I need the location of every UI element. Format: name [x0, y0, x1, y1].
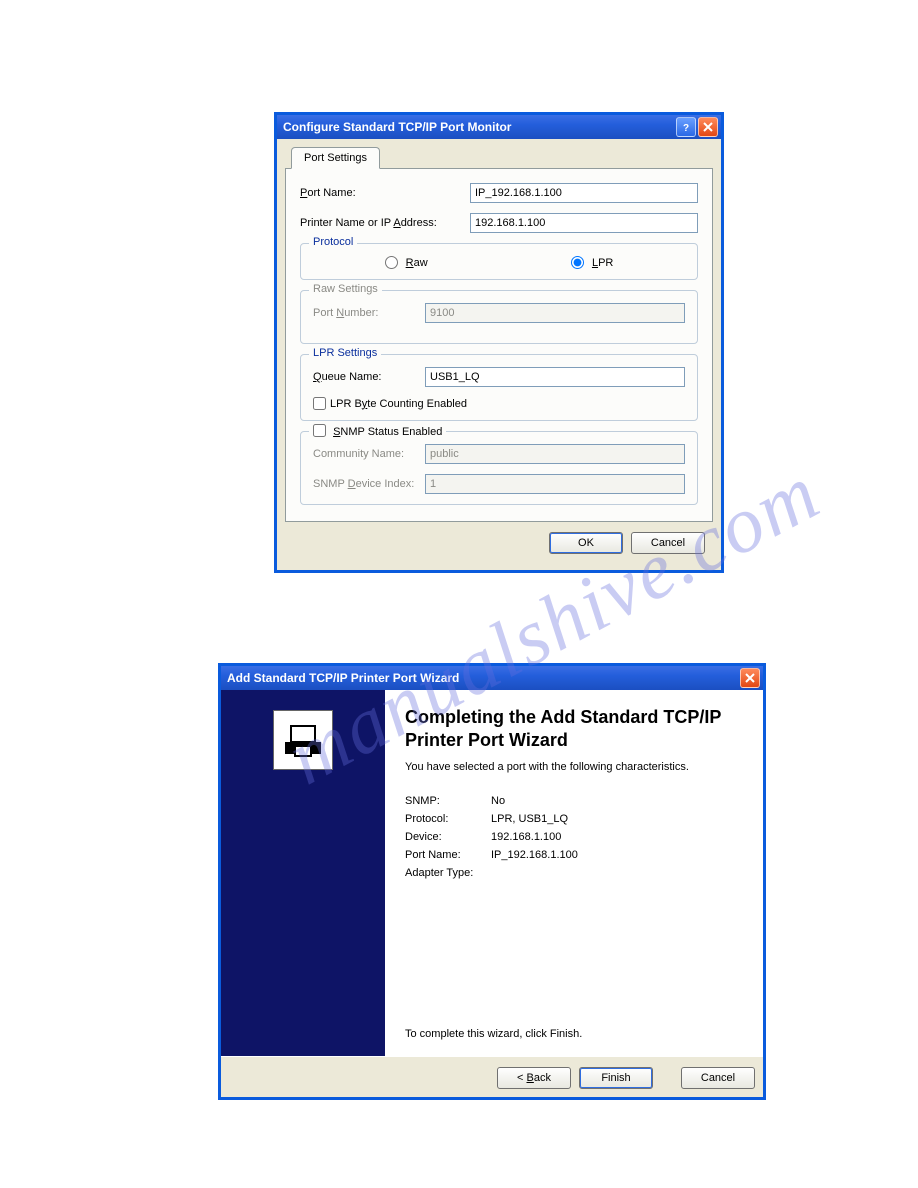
raw-port-label: Port Number: — [313, 307, 425, 319]
wizard-intro: You have selected a port with the follow… — [405, 761, 743, 773]
tab-panel: Port Name: Printer Name or IP Address: P… — [285, 168, 713, 522]
finish-button[interactable]: Finish — [579, 1067, 653, 1089]
printer-icon — [273, 710, 333, 770]
raw-settings-group: Raw Settings Port Number: — [300, 290, 698, 344]
window-title: Configure Standard TCP/IP Port Monitor — [283, 120, 674, 134]
snmp-checkbox[interactable] — [313, 424, 326, 437]
wizard-main: Completing the Add Standard TCP/IP Print… — [385, 690, 763, 1056]
snmp-val: No — [491, 795, 505, 807]
protocol-key: Protocol: — [405, 813, 491, 825]
lpr-settings-legend: LPR Settings — [309, 347, 381, 359]
snmp-group: SNMP Status Enabled Community Name: SNMP… — [300, 431, 698, 505]
window-title: Add Standard TCP/IP Printer Port Wizard — [227, 671, 738, 685]
wizard-body: Completing the Add Standard TCP/IP Print… — [221, 690, 763, 1056]
queue-name-input[interactable] — [425, 367, 685, 387]
printer-address-input[interactable] — [470, 213, 698, 233]
configure-port-dialog: Configure Standard TCP/IP Port Monitor ?… — [274, 112, 724, 573]
adapter-key: Adapter Type: — [405, 867, 491, 879]
close-button[interactable] — [740, 668, 760, 688]
snmp-key: SNMP: — [405, 795, 491, 807]
help-button[interactable]: ? — [676, 117, 696, 137]
community-input — [425, 444, 685, 464]
ok-button[interactable]: OK — [549, 532, 623, 554]
port-name-label: Port Name: — [300, 187, 470, 199]
lpr-settings-group: LPR Settings Queue Name: LPR Byte Counti… — [300, 354, 698, 421]
tab-port-settings[interactable]: Port Settings — [291, 147, 380, 169]
printer-address-label: Printer Name or IP Address: — [300, 217, 470, 229]
titlebar[interactable]: Add Standard TCP/IP Printer Port Wizard — [221, 666, 763, 690]
snmp-legend[interactable]: SNMP Status Enabled — [309, 424, 446, 438]
cancel-button[interactable]: Cancel — [681, 1067, 755, 1089]
community-label: Community Name: — [313, 448, 425, 460]
protocol-val: LPR, USB1_LQ — [491, 813, 568, 825]
queue-name-label: Queue Name: — [313, 371, 425, 383]
device-key: Device: — [405, 831, 491, 843]
back-button[interactable]: < Back — [497, 1067, 571, 1089]
raw-port-input — [425, 303, 685, 323]
raw-settings-legend: Raw Settings — [309, 283, 382, 295]
wizard-outro: To complete this wizard, click Finish. — [405, 1028, 743, 1040]
lpr-radio[interactable] — [571, 256, 584, 269]
titlebar[interactable]: Configure Standard TCP/IP Port Monitor ? — [277, 115, 721, 139]
raw-radio-label[interactable]: Raw — [385, 256, 428, 269]
portname-key: Port Name: — [405, 849, 491, 861]
lpr-radio-label[interactable]: LPR — [571, 256, 613, 269]
lpr-byte-label: LPR Byte Counting Enabled — [330, 398, 467, 410]
lpr-byte-checkbox[interactable] — [313, 397, 326, 410]
portname-val: IP_192.168.1.100 — [491, 849, 578, 861]
port-name-input[interactable] — [470, 183, 698, 203]
device-val: 192.168.1.100 — [491, 831, 561, 843]
protocol-group: Protocol Raw LPR — [300, 243, 698, 280]
add-port-wizard-dialog: Add Standard TCP/IP Printer Port Wizard … — [218, 663, 766, 1100]
devindex-label: SNMP Device Index: — [313, 478, 425, 490]
raw-radio[interactable] — [385, 256, 398, 269]
svg-text:?: ? — [683, 123, 689, 132]
wizard-sidebar — [221, 690, 385, 1056]
protocol-legend: Protocol — [309, 236, 357, 248]
devindex-input — [425, 474, 685, 494]
cancel-button[interactable]: Cancel — [631, 532, 705, 554]
close-button[interactable] — [698, 117, 718, 137]
wizard-heading: Completing the Add Standard TCP/IP Print… — [405, 706, 743, 751]
